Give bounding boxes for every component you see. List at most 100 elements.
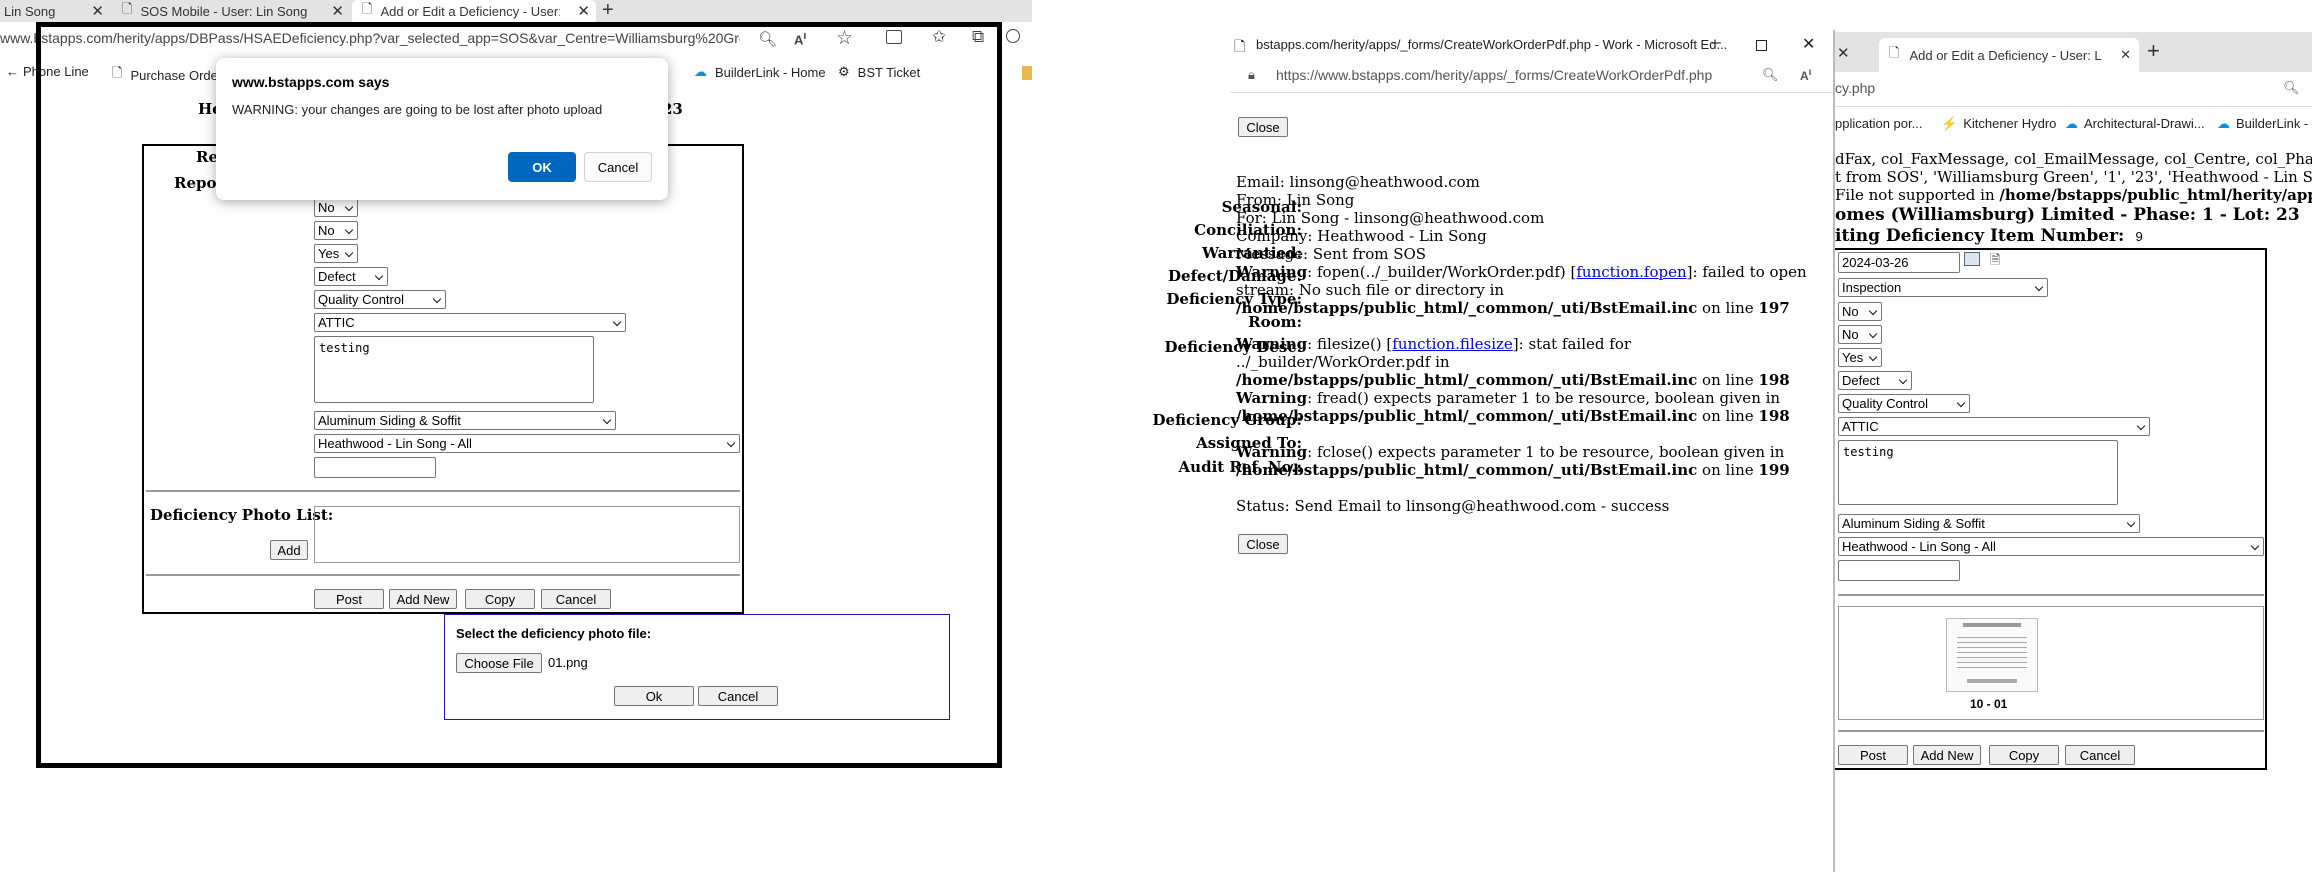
close-icon[interactable]: ✕ [331, 2, 350, 20]
sql-text-line: t from SOS', 'Williamsburg Green', '1', … [1835, 168, 2312, 186]
select-value: Defect [318, 269, 356, 284]
select-value: No [1842, 304, 1859, 319]
warrantied-select[interactable]: Yes [1838, 348, 1882, 367]
editing-number: 9 [2135, 229, 2143, 244]
upload-ok-button[interactable]: Ok [614, 686, 694, 706]
audit-ref-input[interactable] [314, 457, 436, 478]
dialog-cancel-button[interactable]: Cancel [584, 152, 652, 182]
clear-date-icon[interactable]: 🗎 [1990, 251, 2000, 273]
assigned-to-select[interactable]: Heathwood - Lin Song - All [314, 434, 740, 453]
input-value: 2024-03-26 [1842, 255, 1909, 270]
upload-cancel-button[interactable]: Cancel [698, 686, 778, 706]
add-new-button[interactable]: Add New [1913, 745, 1981, 765]
warning-message: Warning: fclose() expects parameter 1 to… [1236, 443, 1826, 479]
from-line: From: Lin Song [1236, 191, 1355, 209]
tab-sos-mobile[interactable]: 🗋 SOS Mobile - User: Lin Song ✕ [112, 0, 350, 22]
deficiency-desc-textarea[interactable]: testing [1838, 440, 2118, 505]
divider [1838, 730, 2264, 732]
function-link[interactable]: function.fopen [1576, 263, 1686, 281]
cancel-button[interactable]: Cancel [541, 589, 611, 609]
warning-text: : fopen(../_builder/WorkOrder.pdf) [ [1307, 263, 1577, 281]
button-label: Add New [1920, 747, 1974, 763]
favorite-label: Architectural-Drawi... [2084, 116, 2205, 131]
alert-dialog: www.bstapps.com says WARNING: your chang… [216, 58, 668, 200]
warning-label: Warning [1236, 263, 1308, 281]
close-icon[interactable]: ✕ [91, 2, 110, 20]
post-button[interactable]: Post [314, 589, 384, 609]
copy-button[interactable]: Copy [465, 589, 535, 609]
tab-label: Add or Edit a Deficiency - User: L [1909, 47, 2102, 63]
select-value: Yes [318, 246, 340, 261]
photo-caption: 10 - 01 [1970, 697, 2008, 711]
favorite-builderlink[interactable]: ☁ BuilderLink - [2217, 116, 2308, 132]
close-icon[interactable]: ✕ [577, 2, 596, 20]
warning-text: on line [1697, 461, 1759, 479]
dialog-message: WARNING: your changes are going to be lo… [232, 102, 603, 117]
deficiency-desc-textarea[interactable]: testing [314, 336, 594, 403]
close-window-button[interactable]: ✕ [1802, 34, 1815, 54]
deficiency-group-select[interactable]: Aluminum Siding & Soffit [314, 411, 616, 430]
minimize-button[interactable]: – [1712, 34, 1721, 52]
deficiency-type-select[interactable]: Quality Control [314, 290, 446, 309]
conciliation-select[interactable]: No [314, 221, 358, 240]
warning-message: Warning: filesize() [function.filesize]:… [1236, 335, 1826, 389]
assigned-to-select[interactable]: Heathwood - Lin Song - All [1838, 537, 2264, 556]
favorite-kitchener-hydro[interactable]: ⚡ Kitchener Hydro [1941, 116, 2056, 132]
favorite-application-portal[interactable]: pplication por... [1835, 116, 1922, 131]
function-link[interactable]: function.filesize [1392, 335, 1513, 353]
divider [146, 574, 740, 576]
copy-button[interactable]: Copy [1989, 745, 2059, 765]
seasonal-select[interactable]: No [314, 198, 358, 217]
tab-add-edit-deficiency-right[interactable]: 🗋 Add or Edit a Deficiency - User: L ✕ [1879, 38, 2139, 72]
tab-lin-song[interactable]: Lin Song ✕ [0, 0, 110, 22]
maximize-button[interactable] [1756, 40, 1767, 51]
room-select[interactable]: ATTIC [314, 313, 626, 332]
add-photo-button[interactable]: Add [270, 540, 308, 560]
new-tab-button[interactable]: + [602, 0, 614, 20]
folder-icon[interactable] [1022, 66, 1032, 80]
editing-label: iting Deficiency Item Number: [1835, 226, 2125, 246]
defect-damage-select[interactable]: Defect [1838, 371, 1912, 390]
close-icon[interactable]: ✕ [1837, 44, 1850, 62]
cancel-button[interactable]: Cancel [2065, 745, 2135, 765]
add-new-button[interactable]: Add New [389, 589, 457, 609]
for-line: For: Lin Song - linsong@heathwood.com [1236, 209, 1545, 227]
warrantied-select[interactable]: Yes [314, 244, 358, 263]
room-select[interactable]: ATTIC [1838, 417, 2150, 436]
read-aloud-icon[interactable]: Aı [1800, 67, 1811, 83]
extensions-icon[interactable] [1006, 29, 1020, 43]
date-input[interactable]: 2024-03-26 [1838, 252, 1960, 273]
line-number: 199 [1758, 461, 1790, 479]
deficiency-type-select[interactable]: Quality Control [1838, 394, 1970, 413]
dialog-ok-button[interactable]: OK [508, 152, 576, 182]
select-value: No [318, 223, 335, 238]
new-tab-button[interactable]: + [2147, 38, 2160, 64]
defect-damage-select[interactable]: Defect [314, 267, 388, 286]
zoom-icon[interactable]: 🔍︎ [2283, 80, 2300, 96]
button-label: Cancel [555, 591, 597, 607]
middle-address-bar[interactable]: 🔒︎ https://www.bstapps.com/herity/apps/_… [1236, 64, 1832, 88]
report-type-select[interactable]: Inspection [1838, 278, 2048, 297]
warning-text: : fclose() expects parameter 1 to be res… [1307, 443, 1785, 461]
button-label: Post [1859, 747, 1886, 763]
select-value: No [318, 200, 335, 215]
select-value: Quality Control [1842, 396, 1928, 411]
audit-ref-input[interactable] [1838, 560, 1960, 581]
calendar-icon[interactable] [1964, 252, 1980, 266]
close-icon[interactable]: ✕ [2120, 47, 2139, 63]
favorite-architectural-drawings[interactable]: ☁ Architectural-Drawi... [2065, 116, 2205, 132]
window-title: bstapps.com/herity/apps/_forms/CreateWor… [1256, 37, 1728, 52]
arrow-icon: ← [6, 64, 19, 79]
deficiency-group-select[interactable]: Aluminum Siding & Soffit [1838, 514, 2140, 533]
close-button-top[interactable]: Close [1238, 117, 1288, 137]
choose-file-button[interactable]: Choose File [456, 653, 542, 673]
zoom-icon[interactable]: 🔍︎ [1762, 67, 1779, 83]
select-value: No [1842, 327, 1859, 342]
photo-thumbnail[interactable] [1946, 618, 2038, 692]
seasonal-select[interactable]: No [1838, 302, 1882, 321]
close-button-bottom[interactable]: Close [1238, 534, 1288, 554]
post-button[interactable]: Post [1838, 745, 1908, 765]
button-label: Post [335, 591, 362, 607]
conciliation-select[interactable]: No [1838, 325, 1882, 344]
tab-add-edit-deficiency[interactable]: 🗋 Add or Edit a Deficiency - User: L ✕ [352, 0, 596, 22]
